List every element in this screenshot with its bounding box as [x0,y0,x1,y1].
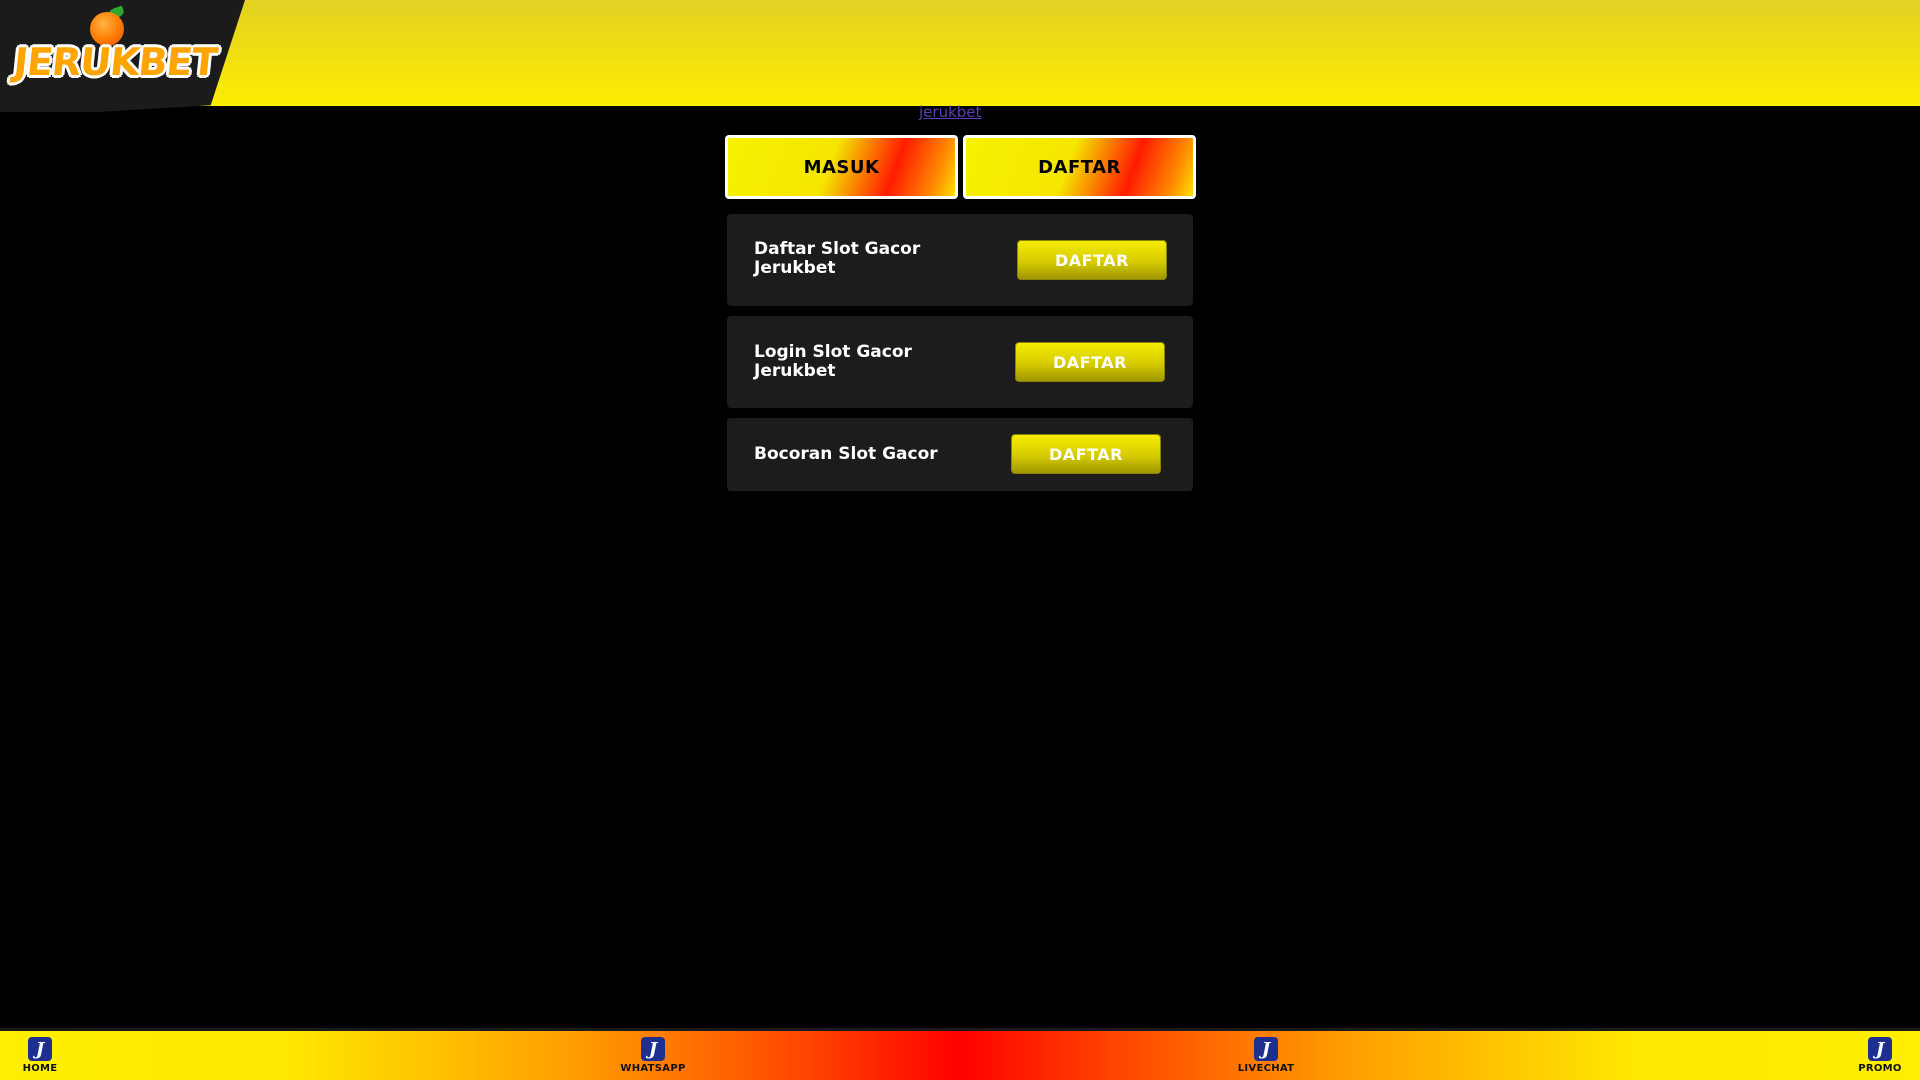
card-title: Bocoran Slot Gacor [754,444,938,464]
home-icon: J [28,1037,52,1061]
daftar-button[interactable]: DAFTAR [1017,240,1167,280]
list-item: Daftar Slot Gacor Jerukbet DAFTAR [727,214,1193,306]
list-item: Bocoran Slot Gacor DAFTAR [727,418,1193,491]
nav-item-whatsapp[interactable]: J WHATSAPP [613,1037,693,1080]
whatsapp-icon: J [641,1037,665,1061]
masuk-button[interactable]: MASUK [725,135,958,199]
livechat-icon: J [1254,1037,1278,1061]
list-item: Login Slot Gacor Jerukbet DAFTAR [727,316,1193,408]
promo-icon: J [1868,1037,1892,1061]
nav-item-home[interactable]: J HOME [0,1037,80,1080]
card-title: Daftar Slot Gacor Jerukbet [754,239,921,278]
nav-label: LIVECHAT [1237,1063,1295,1074]
site-header: JERUKBET [0,0,1920,112]
logo-panel[interactable]: JERUKBET [0,0,245,112]
nav-label: WHATSAPP [620,1063,686,1074]
daftar-button[interactable]: DAFTAR [1011,434,1161,474]
nav-label: PROMO [1858,1063,1902,1074]
site-logo[interactable]: JERUKBET [12,40,219,84]
daftar-button[interactable]: DAFTAR [1015,342,1165,382]
nav-item-promo[interactable]: J PROMO [1840,1037,1920,1080]
bottom-nav: J HOME J WHATSAPP J LIVECHAT J PROMO [0,1028,1920,1080]
daftar-button[interactable]: DAFTAR [963,135,1196,199]
nav-item-livechat[interactable]: J LIVECHAT [1226,1037,1306,1080]
nav-label: HOME [22,1063,58,1074]
banner-image-link[interactable]: jerukbet [919,103,981,121]
card-title: Login Slot Gacor Jerukbet [754,342,912,381]
